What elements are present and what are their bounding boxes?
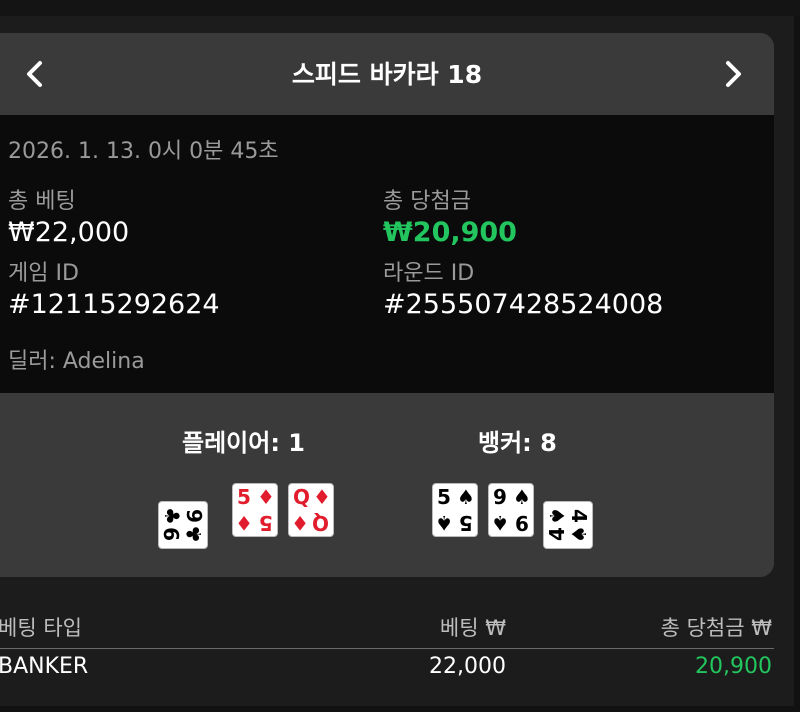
banker-card: 5 ♠ 5 ♠ bbox=[432, 483, 478, 537]
total-bet-value: ₩22,000 bbox=[8, 217, 130, 248]
card-suit-icon: ♠ bbox=[435, 511, 453, 535]
card-suit-icon: ♦ bbox=[257, 485, 275, 509]
top-strip bbox=[0, 0, 800, 16]
bet-type-cell: BANKER bbox=[0, 654, 89, 679]
banker-card: 9 ♠ 9 ♠ bbox=[488, 483, 534, 537]
card-suit-icon: ♠ bbox=[457, 485, 475, 509]
total-win-value: ₩20,900 bbox=[383, 217, 517, 248]
game-id-label: 게임 ID bbox=[8, 261, 79, 286]
column-header-total-win: 총 당첨금 ₩ bbox=[660, 616, 772, 640]
round-id-value: #255507428524008 bbox=[383, 289, 664, 320]
card-suit-icon: ♦ bbox=[313, 485, 331, 509]
player-card: 5 ♦ 5 ♦ bbox=[232, 483, 278, 537]
total-bet-label: 총 베팅 bbox=[8, 189, 76, 214]
card-rank: 4 bbox=[545, 527, 570, 541]
card-suit-icon: ♦ bbox=[291, 511, 309, 535]
card-suit-icon: ♠ bbox=[491, 511, 509, 535]
card-rank: Q bbox=[311, 511, 329, 535]
card-rank: 9 bbox=[160, 527, 185, 541]
right-edge bbox=[794, 16, 800, 712]
dealer-name: 딜러: Adelina bbox=[8, 349, 145, 374]
bottom-edge bbox=[0, 706, 800, 712]
bet-amount-cell: 22,000 bbox=[429, 654, 506, 679]
table-divider bbox=[0, 648, 774, 649]
round-details: 2026. 1. 13. 0시 0분 45초 총 베팅 ₩22,000 총 당첨… bbox=[0, 115, 774, 393]
card-suit-icon: ♠ bbox=[544, 507, 569, 525]
cards-area: 플레이어: 1 뱅커: 8 9 ♣ 9 ♣ 5 ♦ 5 ♦ Q ♦ Q ♦ 5 ♠ 5 ♠ 9 ♠ 9 ♠ 4 ♠ 4 ♠ bbox=[0, 393, 774, 577]
card-rank: 4 bbox=[566, 509, 591, 523]
column-header-bet: 베팅 ₩ bbox=[439, 616, 506, 640]
total-win-label: 총 당첨금 bbox=[383, 189, 471, 214]
banker-hand-label: 뱅커: 8 bbox=[478, 429, 557, 457]
round-id-label: 라운드 ID bbox=[383, 261, 475, 286]
card-rank: Q bbox=[293, 485, 311, 509]
card-rank: 5 bbox=[259, 511, 273, 535]
column-header-bet-type: 베팅 타입 bbox=[0, 616, 82, 640]
panel-header: 스피드 바카라 18 bbox=[0, 33, 774, 115]
card-rank: 5 bbox=[437, 485, 451, 509]
card-rank: 5 bbox=[237, 485, 251, 509]
card-suit-icon: ♣ bbox=[159, 507, 184, 525]
card-suit-icon: ♠ bbox=[513, 485, 531, 509]
next-round-button[interactable] bbox=[716, 55, 750, 93]
win-amount-cell: 20,900 bbox=[695, 654, 772, 679]
card-suit-icon: ♠ bbox=[567, 525, 592, 543]
chevron-right-icon bbox=[726, 61, 741, 87]
card-rank: 5 bbox=[459, 511, 473, 535]
card-rank: 9 bbox=[493, 485, 507, 509]
player-card: Q ♦ Q ♦ bbox=[288, 483, 334, 537]
page-title: 스피드 바카라 18 bbox=[291, 60, 483, 89]
round-datetime: 2026. 1. 13. 0시 0분 45초 bbox=[8, 139, 279, 164]
card-suit-icon: ♣ bbox=[182, 525, 207, 543]
card-rank: 9 bbox=[515, 511, 529, 535]
player-hand-label: 플레이어: 1 bbox=[182, 429, 305, 457]
round-detail-panel: 스피드 바카라 18 2026. 1. 13. 0시 0분 45초 총 베팅 ₩… bbox=[0, 33, 774, 577]
player-card: 9 ♣ 9 ♣ bbox=[158, 501, 208, 549]
card-suit-icon: ♦ bbox=[235, 511, 253, 535]
banker-card: 4 ♠ 4 ♠ bbox=[543, 501, 593, 549]
game-id-value: #12115292624 bbox=[8, 289, 220, 320]
card-rank: 9 bbox=[181, 509, 206, 523]
